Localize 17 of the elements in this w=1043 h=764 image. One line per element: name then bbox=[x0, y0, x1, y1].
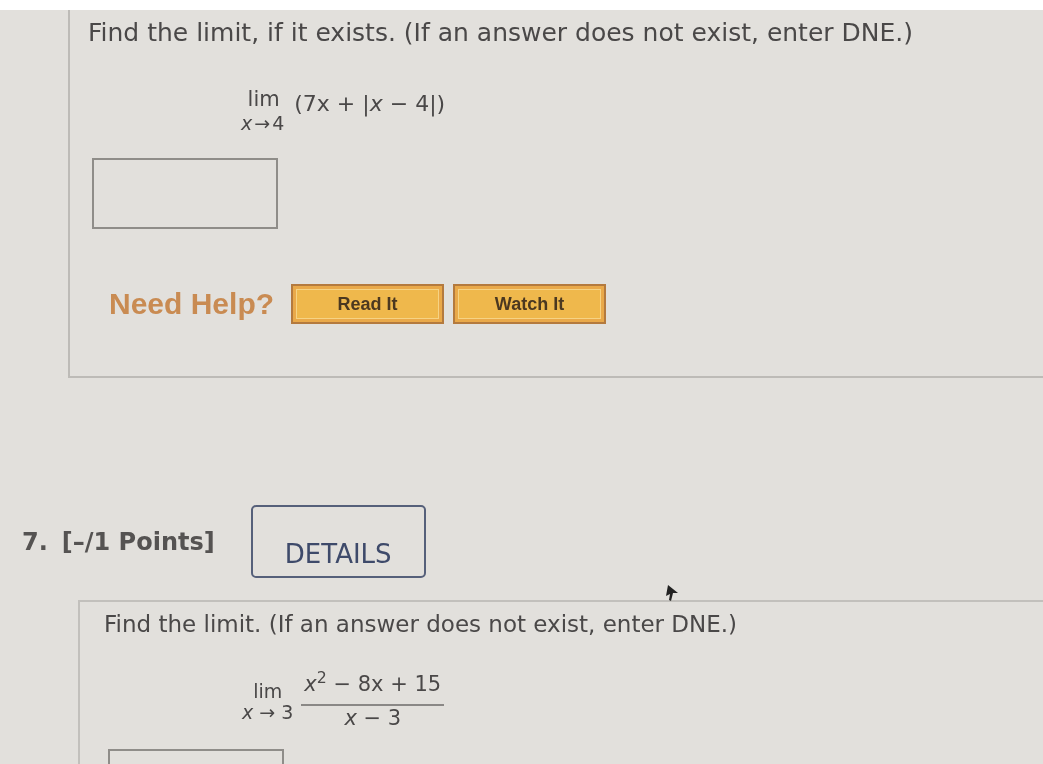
answer-field[interactable] bbox=[92, 158, 278, 229]
limit-expression: (7x + |x − 4|) bbox=[294, 91, 446, 117]
help-button[interactable]: Watch It bbox=[453, 284, 607, 324]
limit-operator: lim bbox=[247, 87, 280, 111]
details-button[interactable]: DETAILS bbox=[250, 505, 426, 578]
question-prompt: Find the limit. (If an answer does not exist, enter DNE.) bbox=[104, 610, 738, 639]
help-button[interactable]: Read It bbox=[291, 284, 445, 324]
limit-subscript: x → 3 bbox=[242, 701, 294, 722]
limit-operator: lim bbox=[253, 679, 283, 702]
question-number: 7. bbox=[22, 526, 48, 558]
cursor-icon bbox=[666, 585, 679, 601]
question-prompt: Find the limit, if it exists. (If an answer does not exist, enter DNE.) bbox=[88, 17, 913, 49]
fraction-denominator: x − 3 bbox=[344, 706, 402, 730]
fraction-numerator: x$^{2}$ − 8x + 15 bbox=[303, 671, 443, 697]
help-label: Need Help? bbox=[109, 286, 275, 322]
points-label: [–/1 Points] bbox=[61, 526, 215, 558]
limit-subscript: x→4 bbox=[241, 113, 287, 133]
